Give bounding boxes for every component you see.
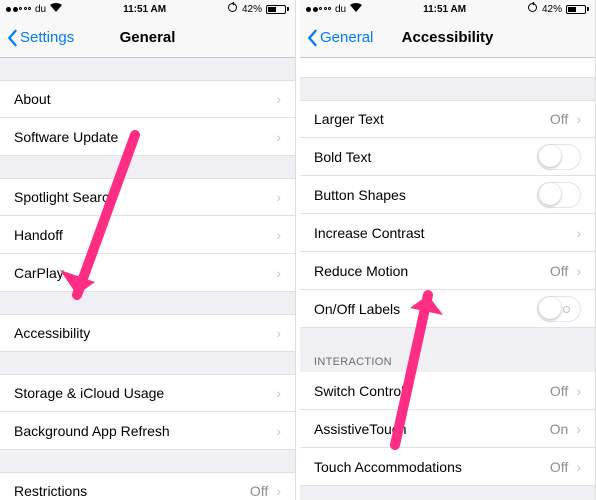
row-detail: Off [250, 483, 268, 499]
chevron-right-icon: › [576, 383, 581, 399]
row-label: Touch Accommodations [314, 459, 550, 475]
chevron-left-icon [306, 29, 318, 47]
signal-dots-icon [306, 7, 331, 12]
row-label: Handoff [14, 227, 276, 243]
row-about[interactable]: About › [0, 80, 295, 118]
row-increase-contrast[interactable]: Increase Contrast › [300, 214, 595, 252]
chevron-right-icon: › [276, 129, 281, 145]
settings-list[interactable]: About › Software Update › Spotlight Sear… [0, 58, 295, 500]
row-label: Spotlight Search [14, 189, 276, 205]
chevron-left-icon [6, 29, 18, 47]
row-label: On/Off Labels [314, 301, 537, 317]
row-onoff-labels[interactable]: On/Off Labels [300, 290, 595, 328]
status-time: 11:51 AM [423, 4, 466, 15]
row-label: Switch Control [314, 383, 550, 399]
general-settings-screen: du 11:51 AM 42% Settings General About [0, 0, 296, 500]
row-detail: On [550, 421, 569, 437]
chevron-right-icon: › [276, 227, 281, 243]
nav-bar: General Accessibility [300, 18, 595, 58]
chevron-right-icon: › [576, 263, 581, 279]
row-storage-icloud[interactable]: Storage & iCloud Usage › [0, 374, 295, 412]
row-label: AssistiveTouch [314, 421, 550, 437]
accessibility-list[interactable]: Speech › Larger Text Off › Bold Text But… [300, 58, 595, 500]
back-button[interactable]: Settings [6, 29, 74, 47]
wifi-icon [50, 3, 62, 15]
status-bar: du 11:51 AM 42% [300, 0, 595, 18]
chevron-right-icon: › [276, 265, 281, 281]
row-larger-text[interactable]: Larger Text Off › [300, 100, 595, 138]
chevron-right-icon: › [576, 421, 581, 437]
switch-off-icon[interactable] [537, 296, 581, 322]
row-label: Bold Text [314, 149, 537, 165]
row-detail: Off [550, 263, 568, 279]
row-label: CarPlay [14, 265, 276, 281]
chevron-right-icon: › [276, 483, 281, 499]
row-button-shapes[interactable]: Button Shapes [300, 176, 595, 214]
row-reduce-motion[interactable]: Reduce Motion Off › [300, 252, 595, 290]
row-speech[interactable]: Speech › [300, 58, 595, 78]
chevron-right-icon: › [576, 225, 581, 241]
orientation-lock-icon [527, 2, 538, 16]
chevron-right-icon: › [276, 423, 281, 439]
carrier-label: du [35, 4, 46, 15]
nav-bar: Settings General [0, 18, 295, 58]
row-assistive-touch[interactable]: AssistiveTouch On › [300, 410, 595, 448]
battery-icon [566, 5, 589, 14]
battery-pct: 42% [542, 4, 562, 15]
status-bar: du 11:51 AM 42% [0, 0, 295, 18]
chevron-right-icon: › [576, 111, 581, 127]
row-handoff[interactable]: Handoff › [0, 216, 295, 254]
row-label: Button Shapes [314, 187, 537, 203]
switch-off-icon[interactable] [537, 144, 581, 170]
signal-dots-icon [6, 7, 31, 12]
row-label: Restrictions [14, 483, 250, 499]
section-header-interaction: INTERACTION [300, 350, 595, 372]
chevron-right-icon: › [276, 189, 281, 205]
wifi-icon [350, 3, 362, 15]
row-restrictions[interactable]: Restrictions Off › [0, 472, 295, 500]
battery-pct: 42% [242, 4, 262, 15]
row-label: About [14, 91, 276, 107]
row-detail: Off [550, 459, 568, 475]
accessibility-screen: du 11:51 AM 42% General Accessibility Sp… [300, 0, 596, 500]
row-software-update[interactable]: Software Update › [0, 118, 295, 156]
battery-icon [266, 5, 289, 14]
row-background-app-refresh[interactable]: Background App Refresh › [0, 412, 295, 450]
row-carplay[interactable]: CarPlay › [0, 254, 295, 292]
row-label: Background App Refresh [14, 423, 276, 439]
status-time: 11:51 AM [123, 4, 166, 15]
row-accessibility[interactable]: Accessibility › [0, 314, 295, 352]
row-switch-control[interactable]: Switch Control Off › [300, 372, 595, 410]
carrier-label: du [335, 4, 346, 15]
chevron-right-icon: › [276, 385, 281, 401]
chevron-right-icon: › [276, 91, 281, 107]
row-label: Reduce Motion [314, 263, 550, 279]
row-detail: Off [550, 111, 568, 127]
back-label: General [320, 29, 373, 46]
row-label: Larger Text [314, 111, 550, 127]
row-touch-accommodations[interactable]: Touch Accommodations Off › [300, 448, 595, 486]
row-label: Software Update [14, 129, 276, 145]
back-label: Settings [20, 29, 74, 46]
row-label: Increase Contrast [314, 225, 576, 241]
back-button[interactable]: General [306, 29, 373, 47]
row-label: Storage & iCloud Usage [14, 385, 276, 401]
row-label: Accessibility [14, 325, 276, 341]
row-detail: Off [550, 383, 568, 399]
orientation-lock-icon [227, 2, 238, 16]
row-bold-text[interactable]: Bold Text [300, 138, 595, 176]
row-spotlight-search[interactable]: Spotlight Search › [0, 178, 295, 216]
switch-off-icon[interactable] [537, 182, 581, 208]
chevron-right-icon: › [576, 459, 581, 475]
chevron-right-icon: › [276, 325, 281, 341]
